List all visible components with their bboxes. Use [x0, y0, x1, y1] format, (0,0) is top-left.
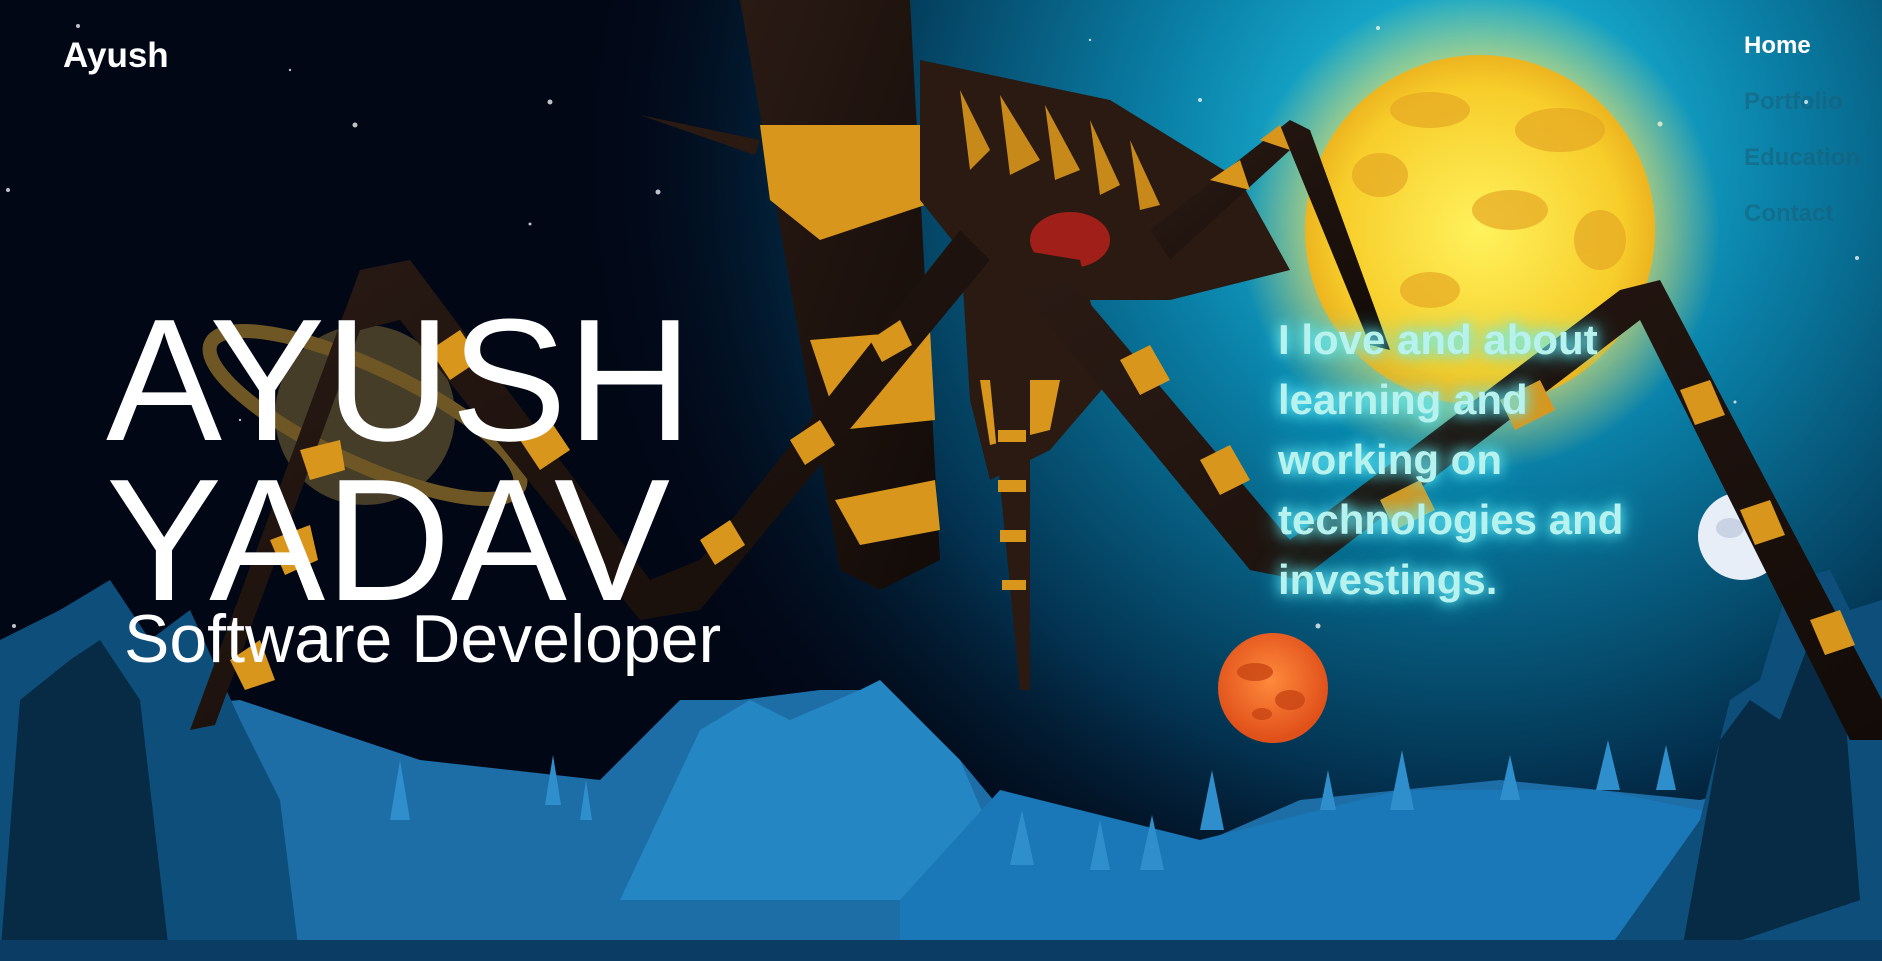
mars-icon	[1218, 633, 1328, 743]
hero-first-name: AYUSH	[106, 282, 693, 477]
nav-item-contact[interactable]: Contact	[1744, 200, 1860, 228]
nav-item-education[interactable]: Education	[1744, 144, 1860, 172]
nav-item-portfolio[interactable]: Portfolio	[1744, 88, 1860, 116]
hero-name: AYUSH YADAV	[106, 282, 693, 637]
hero-bio: I love and about learning and working on…	[1278, 316, 1624, 603]
nav-item-home[interactable]: Home	[1744, 32, 1860, 60]
main-nav: Home Portfolio Education Contact	[1744, 32, 1860, 228]
hero-role: Software Developer	[124, 601, 722, 677]
hero-last-name: YADAV	[106, 442, 671, 637]
brand-logo[interactable]: Ayush	[63, 36, 169, 76]
